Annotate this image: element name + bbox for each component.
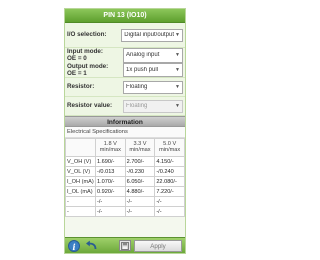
row-header: V_OH (V) [65, 156, 96, 167]
table-cell: 6.050/- [124, 176, 156, 187]
spec-table: 1.8 Vmin/max 3.3 Vmin/max 5.0 Vmin/max V… [65, 138, 185, 217]
table-cell: -/- [124, 196, 156, 207]
table-row: I_OL (mA) 0.920/- 4.880/- 7.220/- [65, 186, 185, 197]
spec-header-row: 1.8 Vmin/max 3.3 Vmin/max 5.0 Vmin/max [65, 138, 185, 157]
row-header: - [65, 196, 96, 207]
row-header: I_OL (mA) [65, 186, 96, 197]
table-cell: 4.880/- [124, 186, 156, 197]
input-mode-label: Input mode: OE = 0 [67, 48, 123, 62]
table-cell: -/- [95, 206, 126, 217]
table-row: I_OH (mA) 1.070/- 6.050/- 22.080/- [65, 176, 185, 187]
resistor-value-label: Resistor value: [67, 102, 113, 110]
resistor-row: Resistor: Floating ▼ [65, 78, 185, 97]
table-cell: 2.700/- [124, 156, 156, 167]
panel-title: PIN 13 (IO10) [65, 9, 185, 23]
table-cell: -/- [124, 206, 156, 217]
resistor-value-value: Floating [126, 103, 148, 109]
spec-col-header: 1.8 Vmin/max [95, 138, 126, 157]
table-cell: -/0.013 [95, 166, 126, 177]
mode-dropdowns: Analog input ▼ 1x push pull ▼ [123, 48, 183, 77]
undo-icon[interactable] [84, 240, 98, 252]
output-mode-oe: OE = 1 [67, 69, 87, 77]
table-cell: -/- [154, 196, 185, 207]
chevron-down-icon: ▼ [175, 32, 180, 38]
table-cell: 4.150/- [154, 156, 185, 167]
chevron-down-icon: ▼ [175, 66, 180, 73]
input-mode-value: Analog input [126, 52, 160, 59]
panel-footer: i Apply [65, 237, 185, 253]
output-mode-label: Output mode: OE = 1 [67, 63, 123, 77]
table-cell: -/- [154, 206, 185, 217]
spec-col-header: 5.0 Vmin/max [154, 138, 185, 157]
output-mode-label-text: Output mode: [67, 62, 109, 70]
spec-corner [65, 138, 96, 157]
row-header: I_OH (mA) [65, 176, 96, 187]
resistor-dropdown[interactable]: Floating ▼ [123, 80, 183, 94]
spec-col-header: 3.3 Vmin/max [124, 138, 156, 157]
table-row: - -/- -/- -/- [65, 206, 185, 217]
row-header: V_OL (V) [65, 166, 96, 177]
resistor-value: Floating [126, 84, 148, 90]
mode-labels: Input mode: OE = 0 Output mode: OE = 1 [67, 48, 123, 77]
info-icon[interactable]: i [68, 239, 80, 252]
io-selection-value: Digital input/output [124, 32, 174, 38]
pin-config-panel: PIN 13 (IO10) I/O selection: Digital inp… [64, 8, 186, 254]
table-cell: 22.080/- [154, 176, 185, 187]
input-mode-dropdown[interactable]: Analog input ▼ [123, 48, 183, 63]
save-icon[interactable] [119, 240, 131, 251]
config-section: I/O selection: Digital input/output ▼ In… [65, 23, 185, 116]
table-row: - -/- -/- -/- [65, 196, 185, 207]
output-mode-value: 1x push pull [126, 66, 159, 73]
resistor-label: Resistor: [67, 83, 95, 91]
table-cell: -/0.240 [154, 166, 185, 177]
spec-title: Electrical Specifications [65, 127, 185, 138]
information-header: Information [65, 116, 185, 127]
table-row: V_OH (V) 1.690/- 2.700/- 4.150/- [65, 156, 185, 167]
row-header: - [65, 206, 96, 217]
table-cell: 7.220/- [154, 186, 185, 197]
resistor-value-dropdown[interactable]: Floating ▼ [123, 99, 183, 113]
output-mode-dropdown[interactable]: 1x push pull ▼ [123, 62, 183, 77]
apply-group: Apply [119, 239, 182, 252]
table-cell: -/- [95, 196, 126, 207]
table-cell: 1.070/- [95, 176, 126, 187]
io-selection-dropdown[interactable]: Digital input/output ▼ [121, 28, 183, 42]
mode-rows: Input mode: OE = 0 Output mode: OE = 1 A… [65, 48, 185, 78]
io-selection-row: I/O selection: Digital input/output ▼ [65, 23, 185, 48]
io-selection-label: I/O selection: [67, 31, 107, 39]
table-cell: -/0.230 [124, 166, 156, 177]
chevron-down-icon: ▼ [175, 84, 180, 90]
apply-button[interactable]: Apply [134, 239, 182, 252]
chevron-down-icon: ▼ [175, 52, 180, 59]
resistor-value-row: Resistor value: Floating ▼ [65, 97, 185, 116]
input-mode-label-text: Input mode: [67, 48, 104, 56]
chevron-down-icon: ▼ [175, 103, 180, 109]
table-cell: 1.690/- [95, 156, 126, 167]
input-mode-oe: OE = 0 [67, 55, 87, 63]
table-cell: 0.920/- [95, 186, 126, 197]
table-row: V_OL (V) -/0.013 -/0.230 -/0.240 [65, 166, 185, 177]
